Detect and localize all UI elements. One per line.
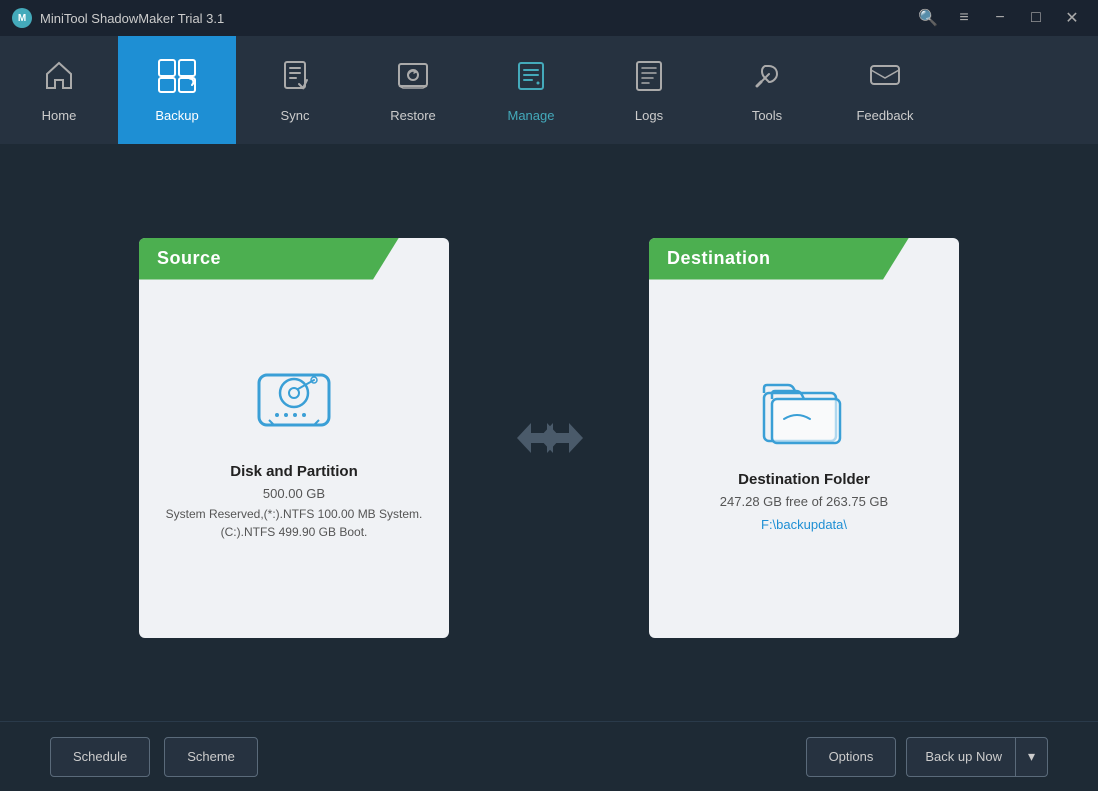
source-detail: System Reserved,(*:).NTFS 100.00 MB Syst… [159,505,429,541]
destination-path: F:\backupdata\ [761,517,847,532]
backup-now-group: Back up Now ▾ [906,737,1048,777]
window-controls: 🔍 ≡ − □ ✕ [914,4,1086,32]
nav-tools-label: Tools [752,108,782,123]
nav-sync[interactable]: Sync [236,36,354,144]
nav-manage-label: Manage [508,108,555,123]
close-button[interactable]: ✕ [1058,4,1086,32]
backup-now-dropdown[interactable]: ▾ [1015,737,1048,777]
nav-manage[interactable]: Manage [472,36,590,144]
logs-icon [631,58,667,100]
destination-header-text: Destination [667,248,771,269]
destination-free: 247.28 GB free of 263.75 GB [720,494,888,509]
nav-home-label: Home [42,108,77,123]
nav-restore[interactable]: Restore [354,36,472,144]
manage-icon [513,58,549,100]
maximize-button[interactable]: □ [1022,4,1050,32]
destination-title: Destination Folder [738,471,870,488]
search-button[interactable]: 🔍 [914,4,942,32]
source-card-header: Source [139,238,399,280]
nav-tools[interactable]: Tools [708,36,826,144]
bottom-right-buttons: Options Back up Now ▾ [806,737,1048,777]
sync-icon [277,58,313,100]
bottom-left-buttons: Schedule Scheme [50,737,258,777]
nav-logs[interactable]: Logs [590,36,708,144]
destination-card-header: Destination [649,238,909,280]
app-logo: M [12,8,32,28]
nav-backup-label: Backup [155,108,198,123]
feedback-icon [867,58,903,100]
folder-icon [754,363,854,453]
bottombar: Schedule Scheme Options Back up Now ▾ [0,721,1098,791]
source-size: 500.00 GB [263,486,325,501]
schedule-button[interactable]: Schedule [50,737,150,777]
home-icon [41,58,77,100]
nav-sync-label: Sync [281,108,310,123]
backup-icon [157,58,197,100]
tools-icon [749,58,785,100]
nav-home[interactable]: Home [0,36,118,144]
nav-logs-label: Logs [635,108,663,123]
source-header-text: Source [157,248,221,269]
arrow-separator [509,413,589,463]
scheme-button[interactable]: Scheme [164,737,258,777]
navbar: Home Backup Sync [0,36,1098,144]
nav-restore-label: Restore [390,108,436,123]
restore-icon [395,58,431,100]
minimize-button[interactable]: − [986,4,1014,32]
titlebar: M MiniTool ShadowMaker Trial 3.1 🔍 ≡ − □… [0,0,1098,36]
source-card[interactable]: Source Disk and Partiti [139,238,449,638]
backup-now-button[interactable]: Back up Now [906,737,1020,777]
menu-button[interactable]: ≡ [950,4,978,32]
destination-card[interactable]: Destination Destination Folder 247.28 GB… [649,238,959,638]
options-button[interactable]: Options [806,737,897,777]
main-content: Source Disk and Partiti [0,144,1098,721]
nav-feedback-label: Feedback [856,108,913,123]
nav-feedback[interactable]: Feedback [826,36,944,144]
source-title: Disk and Partition [230,463,358,480]
nav-backup[interactable]: Backup [118,36,236,144]
disk-icon [244,355,344,445]
